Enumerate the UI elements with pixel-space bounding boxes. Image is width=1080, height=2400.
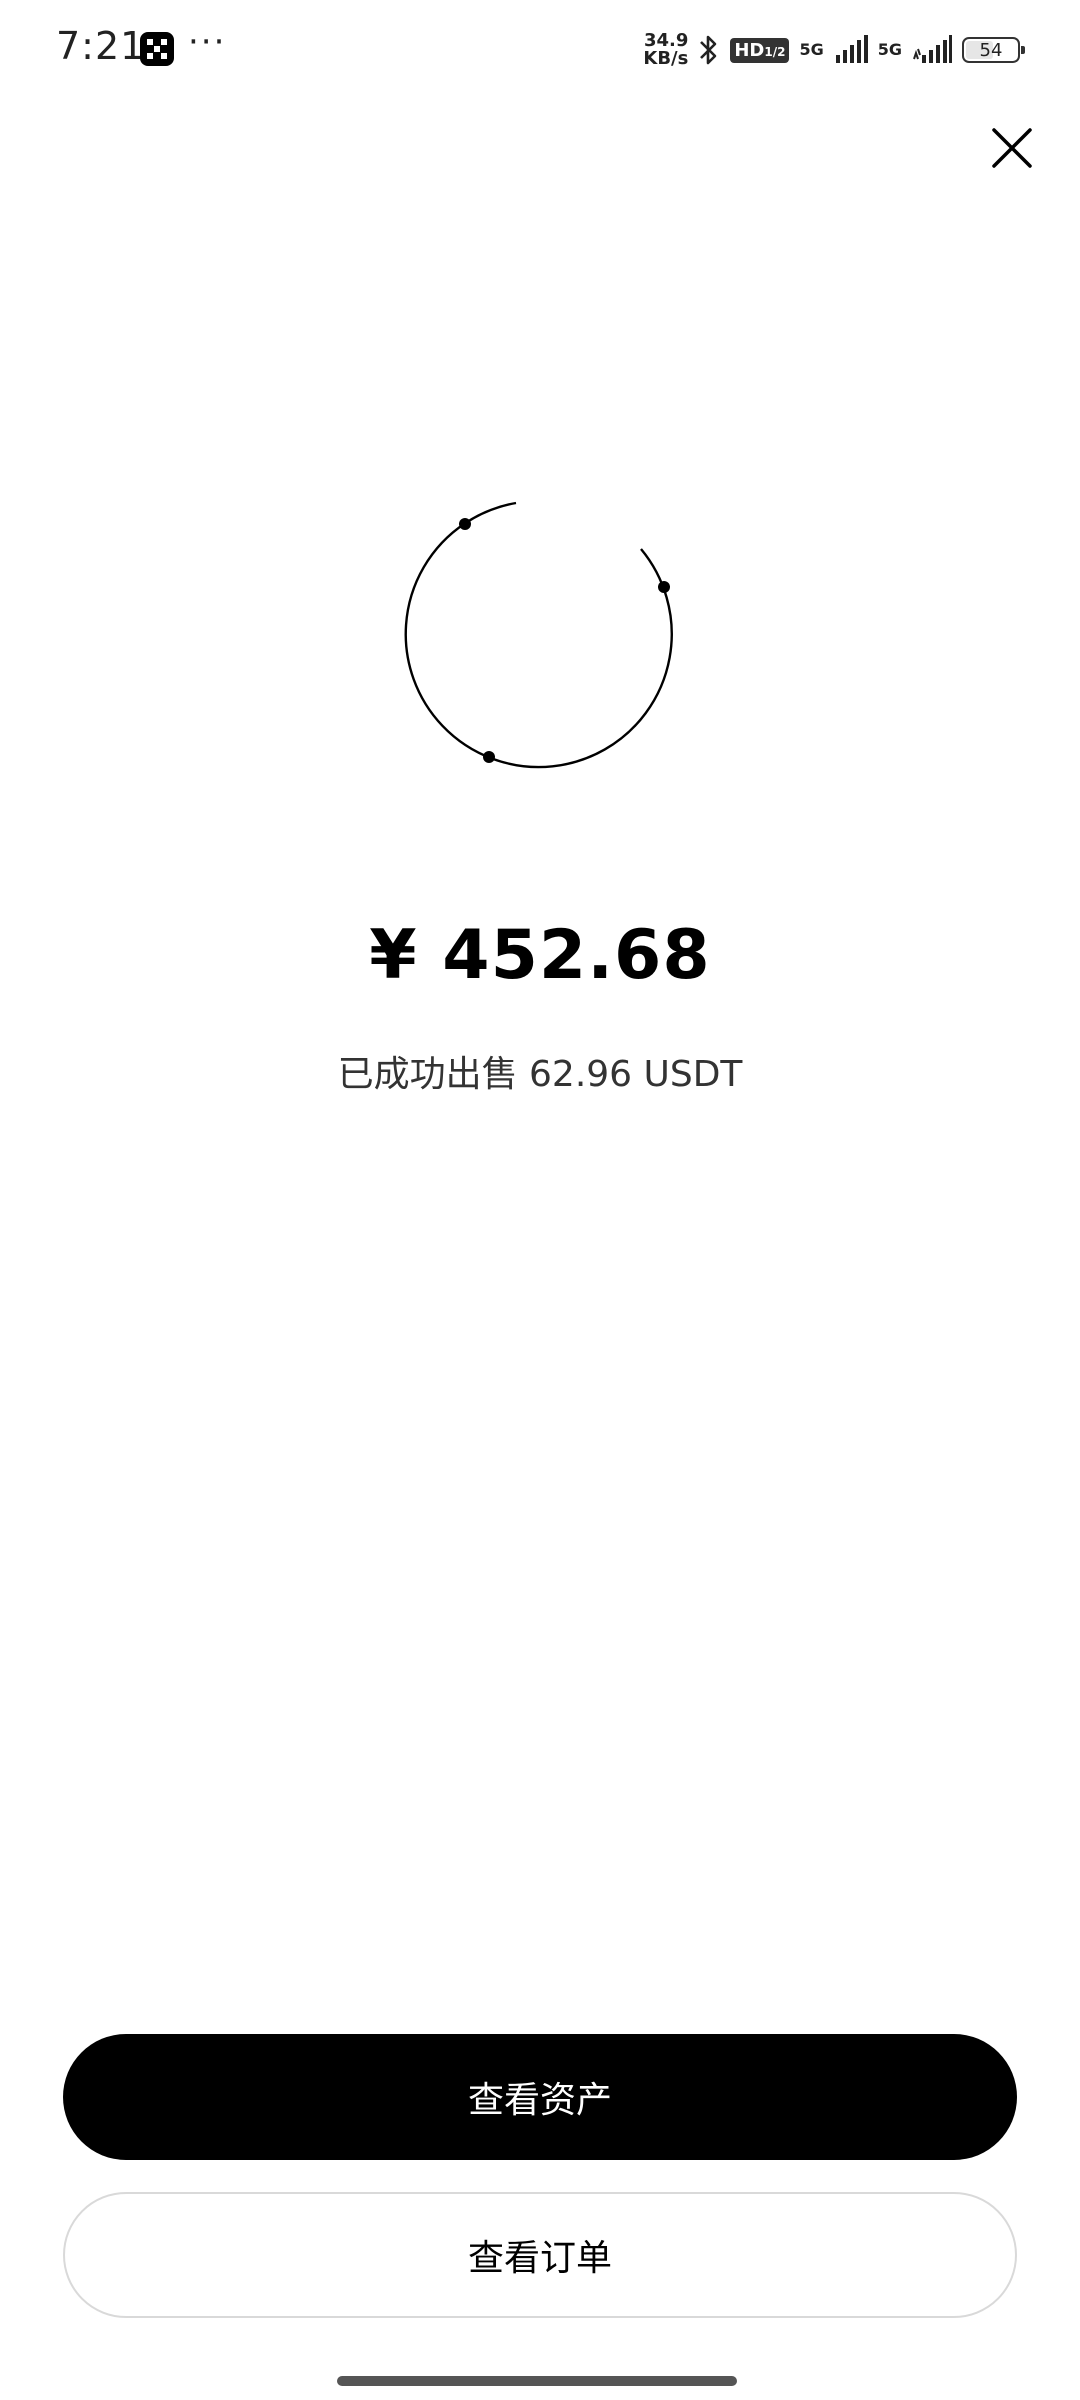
- sim2-label: 5G: [877, 40, 902, 59]
- bluetooth-icon: [700, 35, 717, 65]
- spinner-dot: [658, 581, 670, 593]
- progress-spinner: [404, 501, 673, 769]
- hd-sub: 1/2: [764, 44, 786, 59]
- status-indicators: 34.9 KB/s HD1/2 5G 5G 54: [643, 28, 1025, 72]
- okx-app-icon: [140, 32, 174, 66]
- close-icon: [992, 128, 1032, 168]
- spinner-arcs: [404, 501, 673, 769]
- sim1-signal: 5G: [799, 42, 823, 58]
- spinner-dot: [483, 751, 495, 763]
- received-amount: ¥ 452.68: [369, 916, 711, 995]
- battery-icon: 54: [962, 37, 1025, 63]
- status-more-icon: ···: [188, 22, 227, 62]
- signal-icon: [835, 35, 868, 63]
- status-time: 7:21: [56, 24, 146, 68]
- hd-label: HD: [734, 39, 765, 61]
- hd-voice-badge: HD1/2: [730, 37, 790, 63]
- net-speed-unit: KB/s: [643, 48, 689, 69]
- view-orders-button[interactable]: 查看订单: [63, 2192, 1017, 2318]
- close-button[interactable]: [986, 122, 1038, 174]
- signal-icon: [913, 35, 952, 63]
- battery-level: 54: [979, 39, 1003, 61]
- sim1-label: 5G: [799, 40, 824, 59]
- sold-summary: 已成功出售 62.96 USDT: [337, 1054, 743, 1095]
- net-speed: 34.9 KB/s: [643, 32, 688, 68]
- view-assets-button[interactable]: 查看资产: [63, 2034, 1017, 2160]
- home-indicator[interactable]: [337, 2376, 737, 2386]
- spinner-dot: [459, 518, 471, 530]
- spinner-arc-main: [404, 501, 673, 769]
- status-bar: 7:21 ··· 34.9 KB/s HD1/2 5G 5G 54: [0, 0, 1080, 100]
- sim2-signal: 5G: [878, 42, 902, 58]
- sell-success-screen: 7:21 ··· 34.9 KB/s HD1/2 5G 5G 54 ¥ 452.…: [0, 0, 1080, 2400]
